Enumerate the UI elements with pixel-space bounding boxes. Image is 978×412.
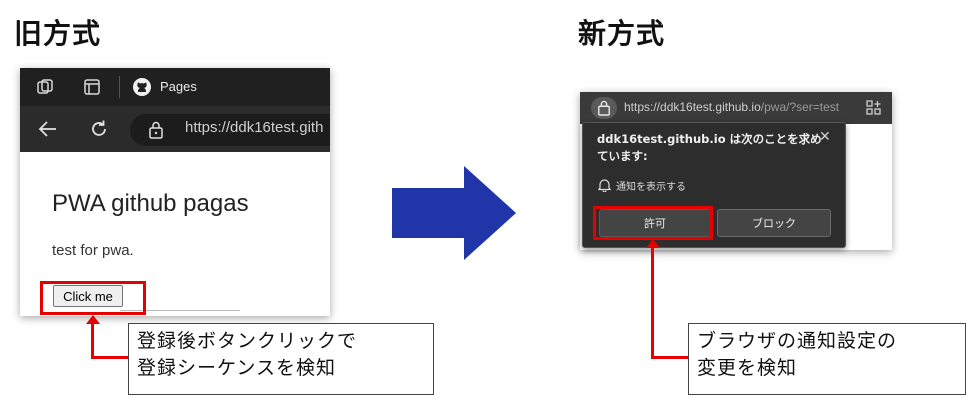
block-button[interactable]: ブロック: [717, 209, 831, 237]
connector-right-arrowhead: [646, 239, 660, 248]
lock-icon[interactable]: [148, 121, 164, 143]
connector-left-vertical: [91, 322, 94, 359]
app-available-icon[interactable]: [866, 100, 882, 120]
connector-right-horizontal: [651, 356, 689, 359]
close-icon[interactable]: ✕: [819, 129, 831, 145]
click-me-highlight: [40, 281, 146, 315]
old-method-heading: 旧方式: [14, 17, 102, 50]
right-arrow-icon: [392, 166, 516, 260]
connector-right-vertical: [651, 246, 654, 359]
bell-icon: [597, 177, 612, 196]
tab-bar: Pages: [20, 68, 330, 106]
url-text: https://ddk16test.github.io/pwa/?ser=tes…: [624, 100, 839, 114]
old-method-callout: 登録後ボタンクリックで 登録シーケンスを検知: [128, 323, 434, 395]
callout-line: ブラウザの通知設定の: [697, 330, 898, 352]
refresh-icon[interactable]: [88, 118, 110, 144]
back-icon[interactable]: [38, 119, 58, 143]
page-title: PWA github pagas: [52, 190, 249, 217]
tab-title[interactable]: Pages: [160, 79, 197, 94]
page-text: test for pwa.: [52, 242, 134, 259]
url-text: https://ddk16test.gith: [185, 119, 324, 136]
callout-line: 登録後ボタンクリックで: [137, 330, 358, 352]
permission-description: 通知を表示する: [616, 182, 686, 193]
connector-left-arrowhead: [86, 315, 100, 324]
tab-divider: [119, 76, 120, 98]
connector-left-horizontal: [91, 356, 129, 359]
site-info-button[interactable]: [591, 97, 617, 119]
address-bar: https://ddk16test.github.io/pwa/?ser=tes…: [580, 92, 892, 124]
popup-title: ddk16test.github.io は次のことを求めています:: [597, 132, 822, 163]
callout-line: 変更を検知: [697, 357, 798, 379]
callout-line: 登録シーケンスを検知: [137, 357, 337, 379]
url-host: https://ddk16test.github.io: [624, 100, 761, 114]
tab-actions-icon[interactable]: [83, 78, 101, 100]
github-icon: [132, 77, 152, 101]
new-method-heading: 新方式: [578, 17, 666, 50]
new-method-callout: ブラウザの通知設定の 変更を検知: [688, 323, 966, 395]
address-bar: https://ddk16test.gith: [20, 106, 330, 152]
url-path: /pwa/?ser=test: [760, 100, 840, 114]
old-browser-window: Pages https://ddk16test.gith PWA github …: [20, 68, 330, 316]
allow-button-highlight: [593, 206, 713, 240]
workspaces-icon[interactable]: [36, 78, 54, 100]
lock-icon: [598, 100, 610, 116]
